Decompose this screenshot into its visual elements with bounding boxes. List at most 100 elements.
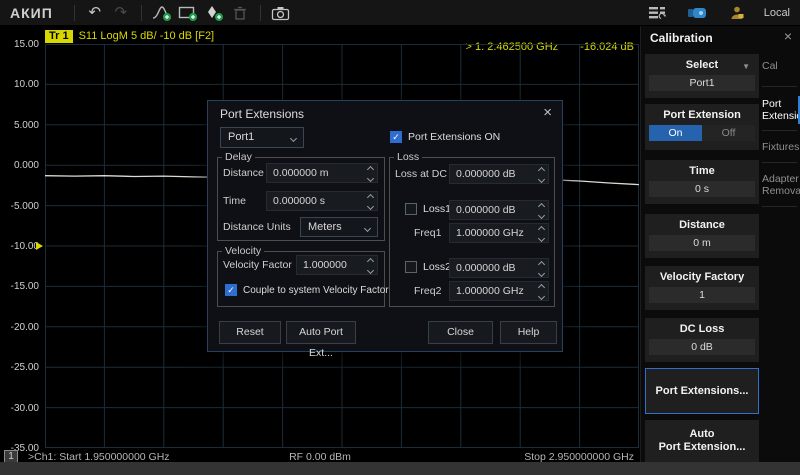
loss-at-dc-spinner[interactable] [539, 168, 544, 182]
undo-button[interactable]: ↶ [82, 3, 108, 23]
screenshot-button[interactable] [268, 3, 294, 23]
redo-button[interactable]: ↷ [108, 3, 134, 23]
top-toolbar: АКИП ↶ ↷ [0, 0, 800, 26]
auto-port-ext-button[interactable]: Auto Port Ext... [286, 321, 356, 344]
panel-title: Calibration [650, 31, 713, 45]
toolbar-separator [260, 5, 261, 21]
distance-units-label: Distance Units [223, 221, 291, 233]
checkbox-checked-icon: ✓ [390, 131, 402, 143]
loss-at-dc-input[interactable]: 0.000000 dB [449, 164, 549, 184]
freq2-spinner[interactable] [539, 285, 544, 299]
freq1-input[interactable]: 1.000000 GHz [449, 223, 549, 243]
toggle-off[interactable]: Off [702, 125, 755, 141]
trace-header: Tr 1 S11 LogM 5 dB/ -10 dB [F2] [45, 29, 214, 43]
auto-button-line1: Auto [645, 428, 759, 441]
tab-fixtures[interactable]: Fixtures [762, 141, 799, 153]
os-taskbar-strip [0, 462, 800, 475]
brand-logo: АКИП [0, 5, 67, 21]
distance-units-select[interactable]: Meters [300, 217, 378, 237]
freq1-spinner[interactable] [539, 227, 544, 241]
velocity-factor-spinner[interactable] [368, 259, 373, 273]
distance-label: Distance [645, 214, 759, 231]
add-trace-button[interactable] [149, 3, 175, 23]
select-port-dropdown[interactable]: Select ▼ Port1 [645, 54, 759, 98]
toolbar-separator [74, 5, 75, 21]
local-remote-indicator[interactable]: Local [764, 7, 790, 19]
dialog-close-icon[interactable]: × [543, 104, 552, 121]
velocity-factor-input-value: 1.000000 [303, 259, 347, 271]
port-extension-toggle-block: Port Extension On Off [645, 104, 759, 150]
velocity-legend: Velocity [222, 245, 264, 257]
chevron-down-icon [290, 135, 297, 142]
loss2-label: Loss2 [423, 261, 451, 273]
loss1-spinner[interactable] [539, 204, 544, 218]
y-axis-tick: 10.00 [14, 79, 39, 90]
port-extensions-dialog: Port Extensions × Port1 ✓ Port Extension… [207, 100, 563, 352]
trace-settings-text[interactable]: S11 LogM 5 dB/ -10 dB [F2] [79, 30, 215, 42]
loss-at-dc-label: Loss at DC [395, 168, 447, 180]
velocity-factor-value: 1 [649, 287, 755, 303]
y-axis-tick: -30.00 [11, 403, 39, 414]
stack-manager-button[interactable] [644, 3, 670, 23]
dc-loss-value: 0 dB [649, 339, 755, 355]
time-input[interactable]: 0.000000 s [266, 191, 378, 211]
add-marker-icon [204, 5, 224, 21]
freq2-input[interactable]: 1.000000 GHz [449, 281, 549, 301]
y-axis-tick: 5.000 [14, 120, 39, 131]
add-window-button[interactable] [175, 3, 201, 23]
y-axis-tick: -20.00 [11, 322, 39, 333]
add-trace-icon [152, 5, 172, 21]
freq2-value: 1.000000 GHz [456, 285, 524, 297]
toolbar-separator [141, 5, 142, 21]
tab-adapter-removal[interactable]: Adapter Removal [762, 173, 799, 197]
time-label: Time [645, 160, 759, 177]
y-axis-tick: 15.00 [14, 39, 39, 50]
dc-loss-field[interactable]: DC Loss 0 dB [645, 318, 759, 362]
trash-icon [231, 5, 249, 21]
distance-input[interactable]: 0.000000 m [266, 163, 378, 183]
loss1-label: Loss1 [423, 203, 451, 215]
tab-separator [762, 162, 797, 163]
loss2-input[interactable]: 0.000000 dB [449, 258, 549, 278]
cal-kit-user-button[interactable] [724, 3, 750, 23]
reference-level-marker-icon[interactable] [36, 242, 43, 250]
velocity-factor-input[interactable]: 1.000000 [296, 255, 378, 275]
usb-status-button[interactable] [684, 3, 710, 23]
port-extensions-dialog-button[interactable]: Port Extensions... [645, 368, 759, 414]
undo-icon: ↶ [88, 4, 101, 22]
y-axis-tick: -15.00 [11, 281, 39, 292]
distance-spinner[interactable] [368, 167, 373, 181]
time-spinner[interactable] [368, 195, 373, 209]
delete-button[interactable] [227, 3, 253, 23]
couple-velocity-checkbox[interactable]: ✓ Couple to system Velocity Factor [225, 284, 389, 296]
tab-cal[interactable]: Cal [762, 60, 799, 72]
auto-port-extension-button[interactable]: Auto Port Extension... [645, 420, 759, 462]
port-extensions-on-checkbox[interactable]: ✓ Port Extensions ON [390, 131, 500, 143]
tab-separator [762, 86, 797, 87]
freq2-label: Freq2 [414, 285, 441, 297]
user-key-icon [729, 5, 745, 21]
trace-badge[interactable]: Tr 1 [45, 30, 73, 43]
time-input-value: 0.000000 s [273, 195, 325, 207]
loss1-input[interactable]: 0.000000 dB [449, 200, 549, 220]
loss2-spinner[interactable] [539, 262, 544, 276]
distance-label: Distance [223, 167, 264, 179]
close-button[interactable]: Close [428, 321, 493, 344]
tab-separator [762, 206, 797, 207]
y-axis-tick: 0.000 [14, 160, 39, 171]
add-marker-button[interactable] [201, 3, 227, 23]
distance-field[interactable]: Distance 0 m [645, 214, 759, 258]
loss-legend: Loss [394, 151, 422, 163]
tab-port-extension[interactable]: Port Extension [762, 98, 799, 122]
time-field[interactable]: Time 0 s [645, 160, 759, 204]
reset-button[interactable]: Reset [219, 321, 281, 344]
velocity-factor-field[interactable]: Velocity Factory 1 [645, 266, 759, 310]
vna-application-window: АКИП ↶ ↷ [0, 0, 800, 475]
dialog-port-select[interactable]: Port1 [220, 127, 304, 148]
checkbox-unchecked-icon [405, 203, 417, 215]
loss2-checkbox[interactable]: Loss2 [405, 261, 451, 273]
toggle-on[interactable]: On [649, 125, 702, 141]
dialog-port-select-value: Port1 [228, 131, 254, 143]
loss1-checkbox[interactable]: Loss1 [405, 203, 451, 215]
help-button[interactable]: Help [500, 321, 557, 344]
